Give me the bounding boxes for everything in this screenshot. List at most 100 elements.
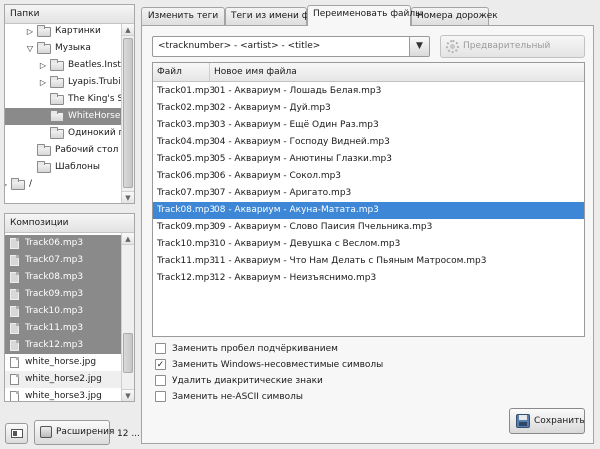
folder-tree-item[interactable]: ▷/ xyxy=(5,176,121,193)
folders-header: Папки xyxy=(5,5,134,24)
table-row[interactable]: Track12.mp3 12 - Аквариум - Неизъяснимо.m… xyxy=(153,270,584,287)
folder-label: Музыка xyxy=(55,43,91,53)
table-row[interactable]: Track05.mp3 05 - Аквариум - Анютины Глазк… xyxy=(153,151,584,168)
table-row[interactable]: Track07.mp3 07 - Аквариум - Аригато.mp3 xyxy=(153,185,584,202)
track-list-item[interactable]: Track08.mp3 xyxy=(5,269,121,286)
extensions-button[interactable]: Расширения xyxy=(34,420,114,445)
track-file-name: Track10.mp3 xyxy=(25,306,84,316)
cell-file: Track12.mp3 xyxy=(157,273,216,283)
track-list-item[interactable]: white_horse.jpg xyxy=(5,354,121,371)
folder-tree-item[interactable]: Одинокий паст xyxy=(5,125,121,142)
save-button[interactable]: Сохранить xyxy=(509,408,585,434)
cell-file: Track10.mp3 xyxy=(157,239,216,249)
track-file-name: white_horse3.jpg xyxy=(25,391,102,401)
table-row[interactable]: Track10.mp3 10 - Аквариум - Девушка с Вес… xyxy=(153,236,584,253)
cell-file: Track09.mp3 xyxy=(157,222,216,232)
scrollbar-thumb[interactable] xyxy=(123,38,133,188)
track-list-item[interactable]: white_horse3.jpg xyxy=(5,388,121,401)
checkbox-icon[interactable] xyxy=(155,391,166,402)
chevron-down-icon: ▼ xyxy=(416,41,423,51)
column-header-file[interactable]: Файл xyxy=(153,63,210,81)
tab-2[interactable]: Переименовать файлы xyxy=(307,5,422,26)
cell-new-name: 08 - Аквариум - Акуна-Матата.mp3 xyxy=(214,205,379,215)
table-row[interactable]: Track03.mp3 03 - Аквариум - Ещё Один Раз.… xyxy=(153,117,584,134)
tracks-pane: Композиции Track06.mp3 Track07.mp3 Track08… xyxy=(4,213,135,402)
cell-file: Track04.mp3 xyxy=(157,137,216,147)
track-list-item[interactable]: Track07.mp3 xyxy=(5,252,121,269)
file-icon xyxy=(10,272,19,283)
tab-3[interactable]: Номера дорожек xyxy=(411,7,498,25)
folder-tree-item[interactable]: ▷ Beatles.Instrume xyxy=(5,57,121,74)
checkbox-checked-icon[interactable]: ✓ xyxy=(155,359,166,370)
expander-right-icon[interactable]: ▷ xyxy=(38,57,48,74)
folder-label: Beatles.Instrume xyxy=(68,60,121,70)
checkbox-icon[interactable] xyxy=(155,343,166,354)
expander-right-icon[interactable]: ▷ xyxy=(5,176,9,193)
folder-icon xyxy=(50,93,64,105)
folder-tree-item[interactable]: Шаблоны xyxy=(5,159,121,176)
table-row[interactable]: Track02.mp3 02 - Аквариум - Дуй.mp3 xyxy=(153,100,584,117)
cell-new-name: 10 - Аквариум - Девушка с Веслом.mp3 xyxy=(214,239,401,249)
folder-label: Одинокий паст xyxy=(68,128,121,138)
table-row[interactable]: Track04.mp3 04 - Аквариум - Господу Видне… xyxy=(153,134,584,151)
folder-tree-item[interactable]: ▽ Музыка xyxy=(5,40,121,57)
preview-button[interactable]: Предварительный просмотр xyxy=(440,35,585,72)
cell-new-name: 09 - Аквариум - Слово Паисия Пчельника.m… xyxy=(214,222,433,232)
folder-tree-item[interactable]: WhiteHorse320 xyxy=(5,108,121,125)
track-list-item[interactable]: Track10.mp3 xyxy=(5,303,121,320)
scroll-down-icon[interactable]: ▼ xyxy=(122,191,134,203)
table-row[interactable]: Track06.mp3 06 - Аквариум - Сокол.mp3 xyxy=(153,168,584,185)
table-row[interactable]: Track08.mp3 08 - Аквариум - Акуна-Матата.… xyxy=(153,202,584,219)
track-file-name: Track12.mp3 xyxy=(25,340,84,350)
scroll-up-icon[interactable]: ▲ xyxy=(122,233,134,245)
pattern-dropdown-button[interactable]: ▼ xyxy=(409,36,430,57)
track-list-item[interactable]: white_horse2.jpg xyxy=(5,371,121,388)
track-list-item[interactable]: Track06.mp3 xyxy=(5,235,121,252)
folder-icon xyxy=(50,127,64,139)
scroll-down-icon[interactable]: ▼ xyxy=(122,389,134,401)
folder-icon xyxy=(37,161,51,173)
cell-new-name: 02 - Аквариум - Дуй.mp3 xyxy=(214,103,331,113)
file-icon xyxy=(10,323,19,334)
folder-tree-item[interactable]: ▷ Картинки xyxy=(5,23,121,40)
folder-icon xyxy=(11,178,25,190)
file-icon xyxy=(10,255,19,266)
checkbox-icon[interactable] xyxy=(155,375,166,386)
panel-toggle-button[interactable] xyxy=(5,423,28,444)
scroll-up-icon[interactable]: ▲ xyxy=(122,24,134,36)
expander-right-icon[interactable]: ▷ xyxy=(38,74,48,91)
panel-layout-icon xyxy=(11,429,23,438)
folder-label: The King's Singe xyxy=(68,94,121,104)
track-list-item[interactable]: Track12.mp3 xyxy=(5,337,121,354)
tab-0[interactable]: Изменить теги xyxy=(141,7,225,25)
pattern-combobox[interactable]: <tracknumber> - <artist> - <title> xyxy=(152,36,410,57)
table-row[interactable]: Track09.mp3 09 - Аквариум - Слово Паисия … xyxy=(153,219,584,236)
file-icon xyxy=(10,238,19,249)
table-header: Файл Новое имя файла xyxy=(153,63,584,82)
folder-icon xyxy=(50,76,64,88)
scrollbar-thumb[interactable] xyxy=(123,333,133,373)
folder-label: Lyapis.Trubickov xyxy=(68,77,121,87)
expander-right-icon[interactable]: ▷ xyxy=(25,23,35,40)
track-list-item[interactable]: Track09.mp3 xyxy=(5,286,121,303)
folders-scrollbar[interactable]: ▲ ▼ xyxy=(121,24,134,203)
folder-icon xyxy=(50,110,64,122)
file-icon xyxy=(10,306,19,317)
folder-tree-item[interactable]: The King's Singe xyxy=(5,91,121,108)
folder-tree-item[interactable]: ▷ Lyapis.Trubickov xyxy=(5,74,121,91)
gear-icon xyxy=(446,40,459,53)
expander-down-icon[interactable]: ▽ xyxy=(25,40,35,57)
table-row[interactable]: Track11.mp3 11 - Аквариум - Что Нам Делат… xyxy=(153,253,584,270)
track-file-name: Track07.mp3 xyxy=(25,255,84,265)
cell-new-name: 04 - Аквариум - Господу Видней.mp3 xyxy=(214,137,390,147)
folder-tree-item[interactable]: Рабочий стол xyxy=(5,142,121,159)
column-header-new-name[interactable]: Новое имя файла xyxy=(210,63,584,81)
table-row[interactable]: Track01.mp3 01 - Аквариум - Лошадь Белая.… xyxy=(153,83,584,100)
puzzle-icon xyxy=(40,426,52,438)
track-list-item[interactable]: Track11.mp3 xyxy=(5,320,121,337)
tracks-scrollbar[interactable]: ▲ ▼ xyxy=(121,233,134,401)
extensions-label: Расширения xyxy=(56,427,115,437)
cell-file: Track11.mp3 xyxy=(157,256,216,266)
tab-1[interactable]: Теги из имени файла xyxy=(225,7,332,25)
track-file-name: Track09.mp3 xyxy=(25,289,84,299)
